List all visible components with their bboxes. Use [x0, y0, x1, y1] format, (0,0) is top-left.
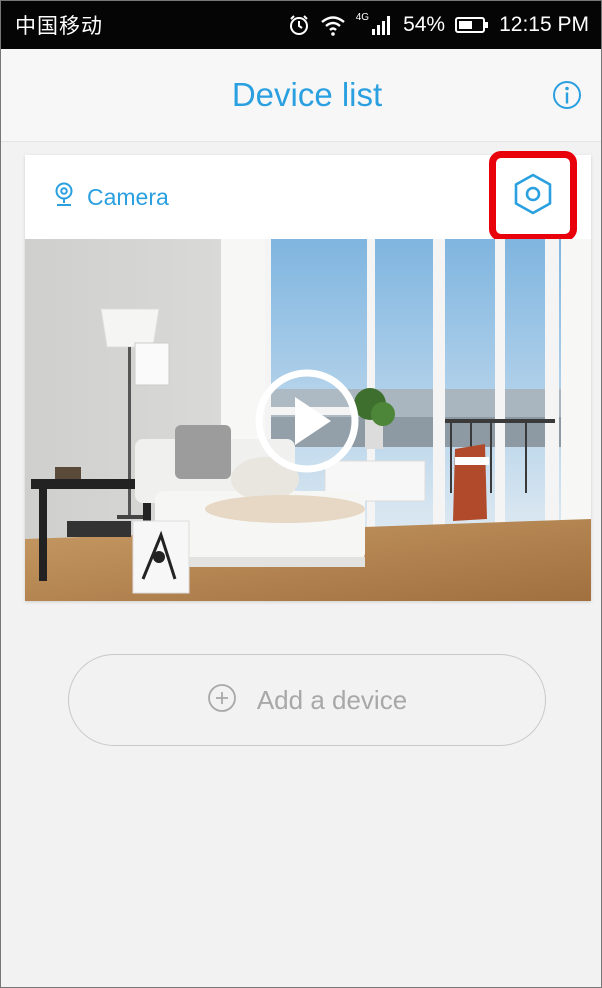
- battery-percent: 54%: [403, 13, 446, 36]
- status-icons: 4G 54% 12:15 PM: [288, 11, 589, 37]
- device-card-header: Camera: [25, 151, 591, 241]
- info-icon[interactable]: [551, 79, 583, 111]
- status-bar: 中国移动 4G 54% 12:15 PM: [1, 1, 601, 49]
- device-name: Camera: [87, 183, 169, 210]
- settings-button[interactable]: [489, 151, 577, 241]
- page-title: Device list: [231, 76, 383, 113]
- signal-icon: [371, 14, 393, 36]
- battery-icon: [455, 16, 489, 34]
- alarm-icon: [288, 14, 310, 36]
- app-screen: 中国移动 4G 54% 12:15 PM Device list Camera …: [0, 0, 602, 988]
- add-device-button[interactable]: Add a device: [68, 654, 546, 746]
- location-pin-icon: [53, 182, 75, 213]
- app-header: Device list: [1, 49, 601, 142]
- clock: 12:15 PM: [499, 13, 589, 36]
- play-icon[interactable]: [253, 367, 361, 475]
- plus-circle-icon: [207, 683, 237, 718]
- device-name-link[interactable]: Camera: [53, 182, 169, 213]
- camera-preview[interactable]: [25, 239, 591, 601]
- gear-icon: [509, 170, 557, 223]
- device-card[interactable]: Camera: [25, 151, 591, 601]
- wifi-icon: [320, 14, 346, 36]
- carrier-label: 中国移动: [15, 14, 103, 38]
- network-type: 4G: [355, 11, 370, 23]
- add-device-label: Add a device: [256, 684, 408, 715]
